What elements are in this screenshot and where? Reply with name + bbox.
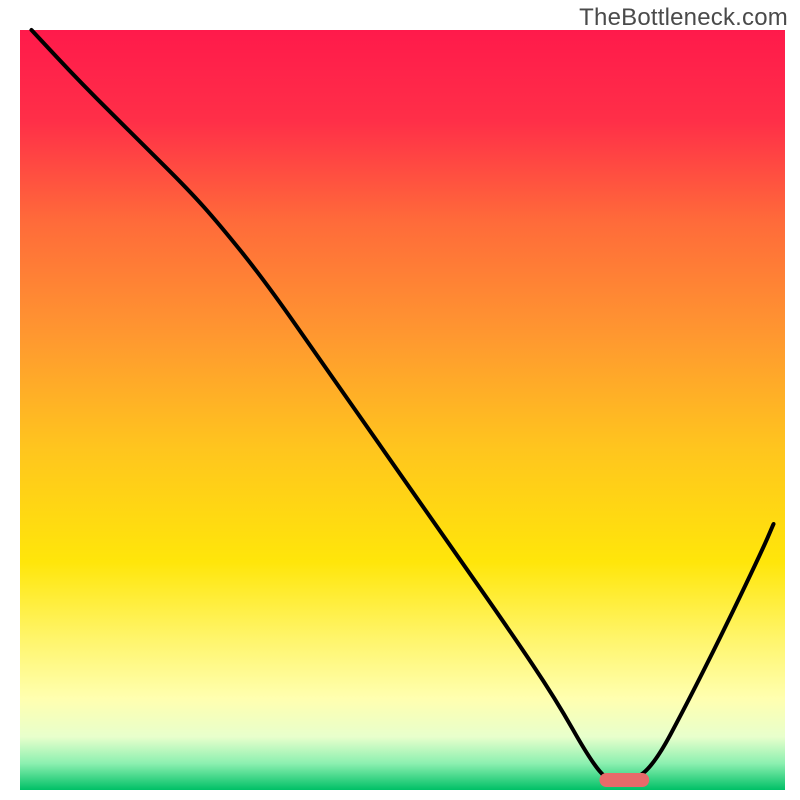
watermark-label: TheBottleneck.com bbox=[579, 4, 788, 32]
chart-container: TheBottleneck.com bbox=[0, 0, 800, 800]
optimal-region-marker bbox=[599, 773, 649, 787]
gradient-background bbox=[20, 30, 785, 790]
bottleneck-chart bbox=[0, 0, 800, 800]
